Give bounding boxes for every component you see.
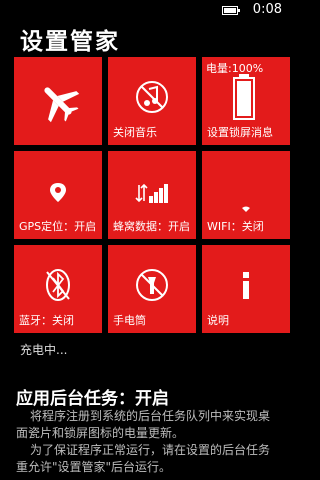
- background-task-desc-line1: 将程序注册到系统的后台任务队列中来实现桌: [30, 409, 271, 423]
- tile-bluetooth-label: 蓝牙：关闭: [19, 314, 74, 327]
- tile-cellular[interactable]: 蜂窝数据：开启: [108, 151, 196, 239]
- tile-music[interactable]: 关闭音乐: [108, 57, 196, 145]
- tile-flashlight[interactable]: 手电筒: [108, 245, 196, 333]
- clock: 0:08: [252, 2, 282, 17]
- tile-gps-label: GPS定位：开启: [19, 220, 97, 233]
- battery-full-icon: [222, 6, 240, 15]
- tile-wifi[interactable]: WIFI：关闭: [202, 151, 290, 239]
- charging-status: 充电中...: [20, 343, 68, 357]
- tile-lockscreen-label: 设置锁屏消息: [207, 126, 273, 139]
- tile-lockscreen[interactable]: 电量:100% 设置锁屏消息: [202, 57, 290, 145]
- airplane-icon: [44, 87, 80, 123]
- background-task-desc-line4: 重允许"设置管家"后台运行。: [16, 460, 172, 474]
- tile-cellular-label: 蜂窝数据：开启: [113, 220, 190, 233]
- background-task-desc-line2: 面瓷片和锁屏图标的电量更新。: [16, 426, 185, 440]
- tile-gps[interactable]: GPS定位：开启: [14, 151, 102, 239]
- tile-wifi-label: WIFI：关闭: [207, 220, 264, 233]
- tile-info[interactable]: 说明: [202, 245, 290, 333]
- page-title: 设置管家: [20, 29, 120, 55]
- tile-bluetooth[interactable]: 蓝牙：关闭: [14, 245, 102, 333]
- tile-music-label: 关闭音乐: [113, 126, 157, 139]
- tile-airplane-mode[interactable]: [14, 57, 102, 145]
- background-task-title[interactable]: 应用后台任务：开启: [16, 384, 169, 409]
- status-bar: 0:08: [0, 0, 288, 22]
- tile-flashlight-label: 手电筒: [113, 314, 146, 327]
- background-task-desc-line3: 为了保证程序正常运行，请在设置的后台任务: [30, 443, 271, 457]
- tile-info-label: 说明: [207, 314, 229, 327]
